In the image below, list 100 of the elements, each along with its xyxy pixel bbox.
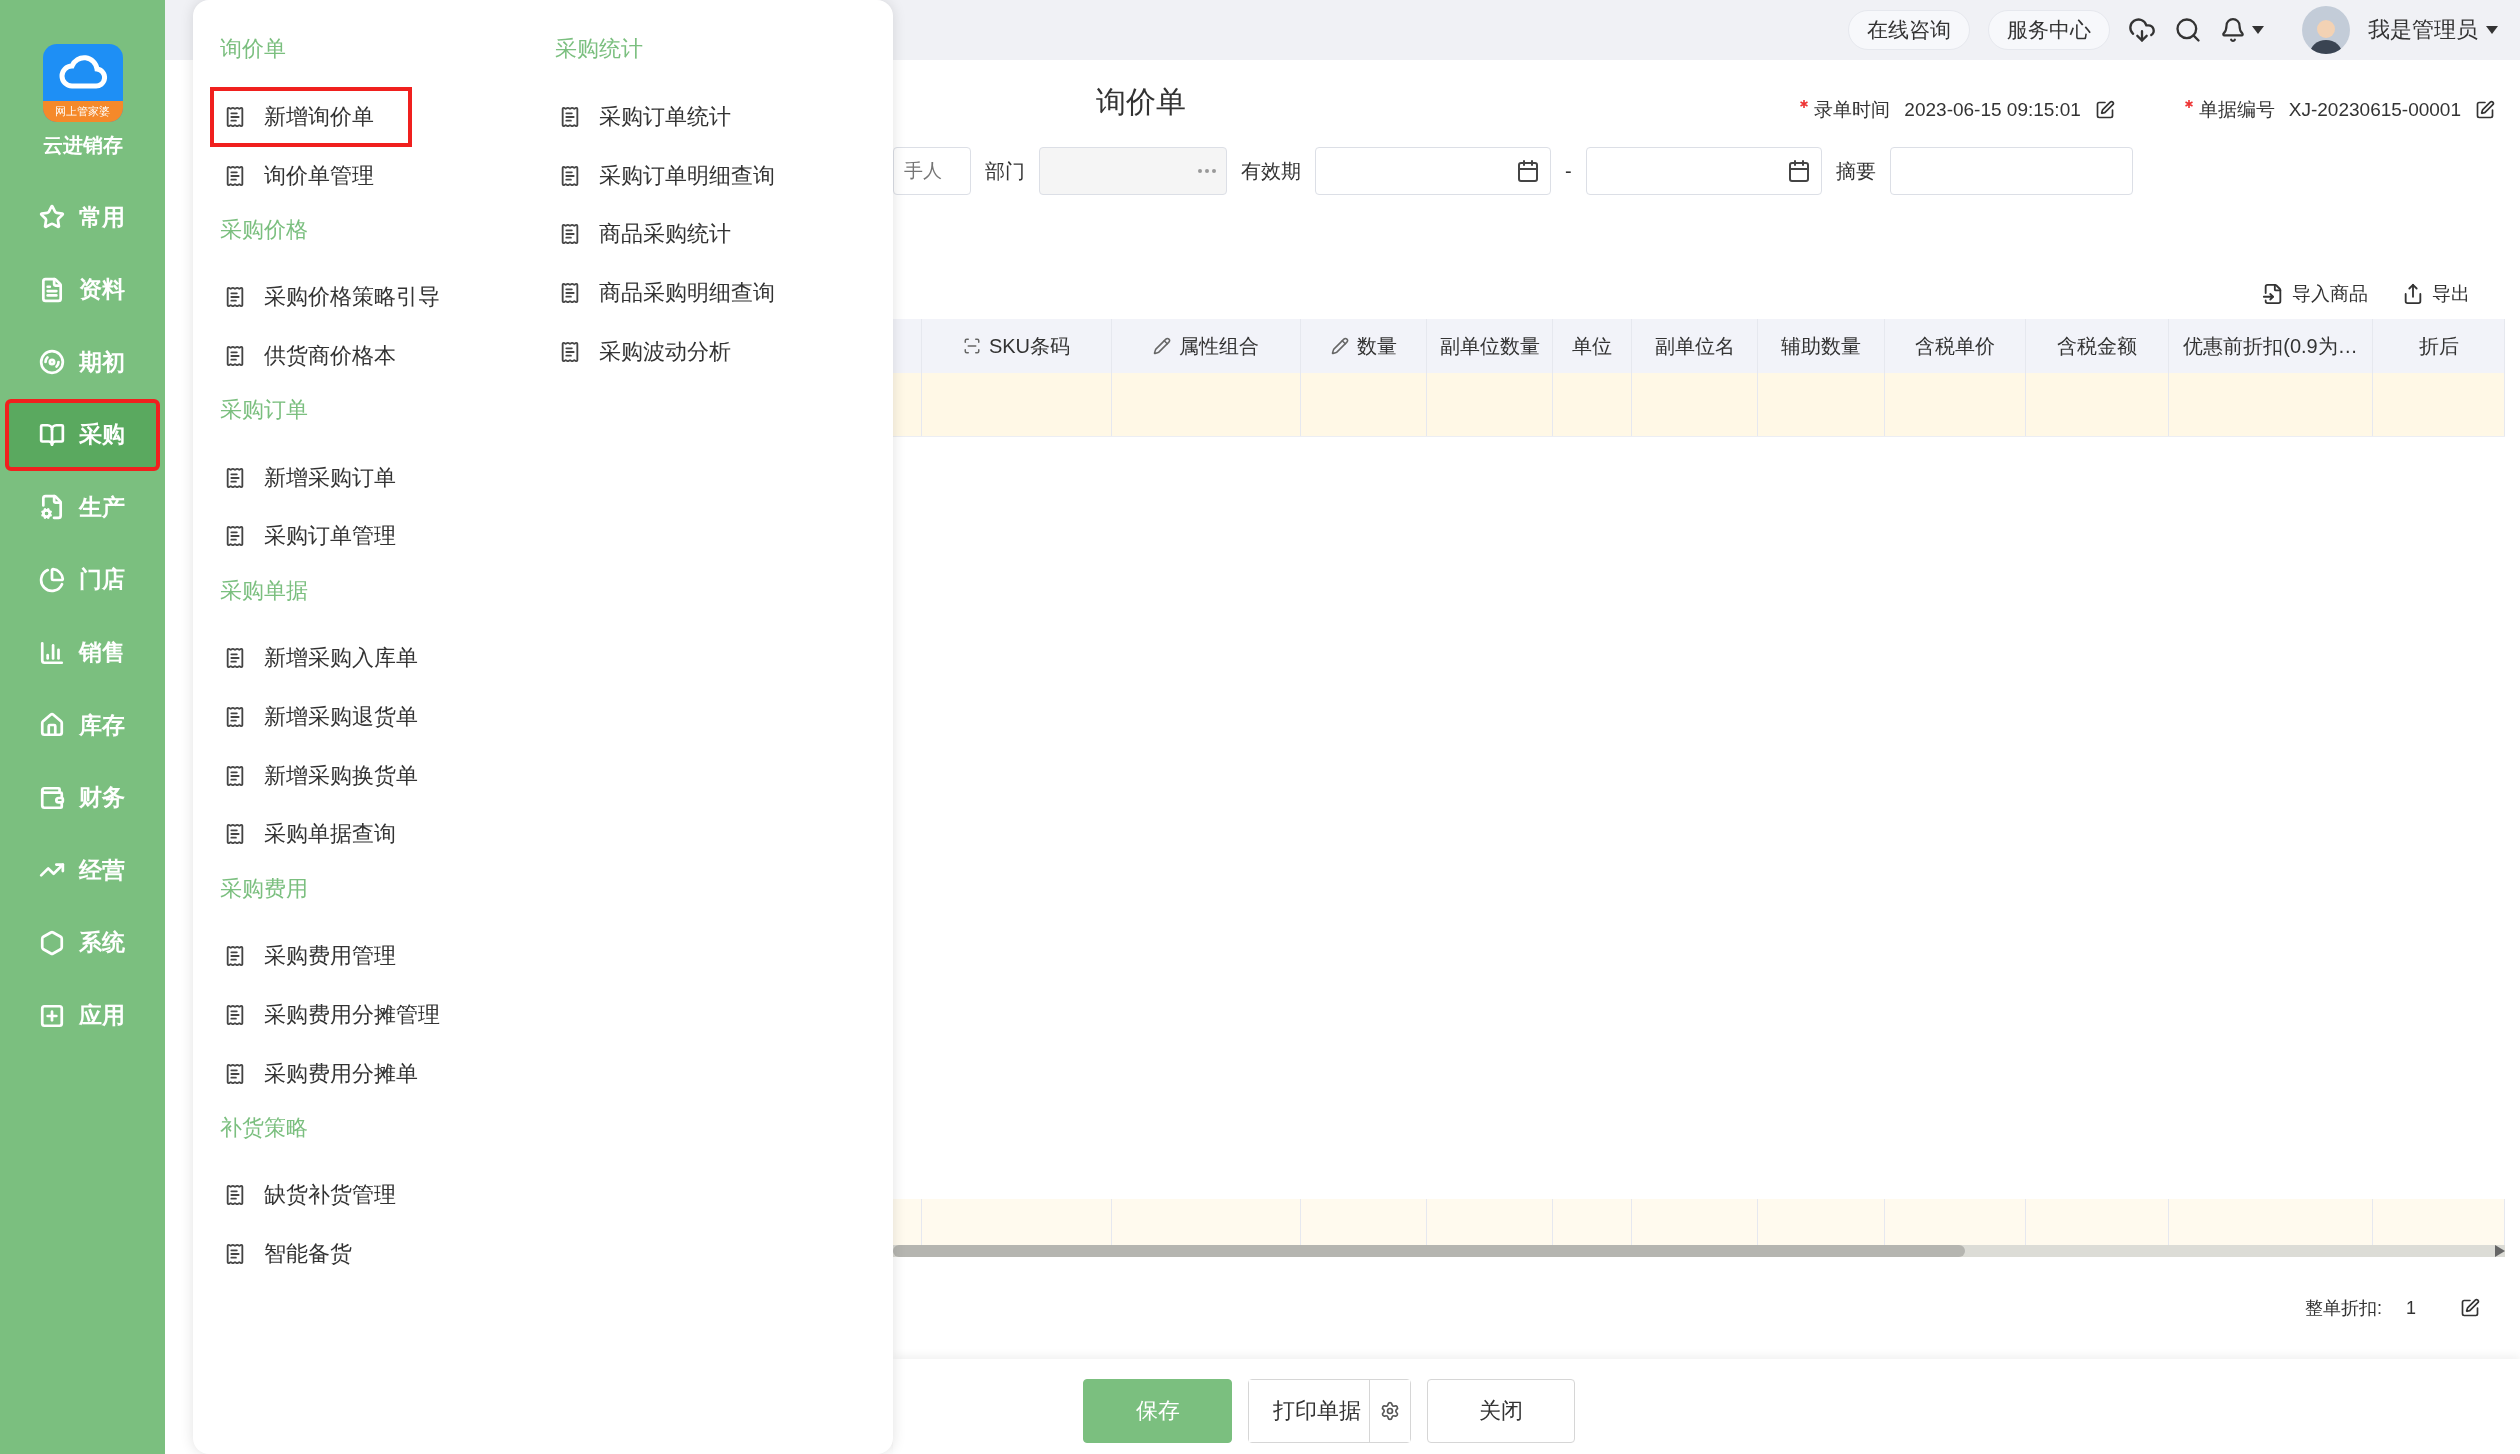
menu-section-title: 采购价格: [219, 215, 309, 244]
column-header: 单位: [1572, 333, 1612, 359]
app-name: 云进销存: [42, 133, 123, 158]
field-label: 摘要: [1835, 158, 1876, 184]
menu-item[interactable]: 新增采购换货单: [210, 745, 456, 806]
pencil-icon: [1153, 337, 1171, 355]
menu-item[interactable]: 采购费用管理: [210, 925, 434, 986]
document-icon: [39, 276, 65, 303]
date-field[interactable]: [1315, 147, 1551, 195]
text-field[interactable]: [1889, 147, 2133, 195]
close-button[interactable]: 关闭: [1427, 1379, 1575, 1443]
edit-icon[interactable]: [2460, 1298, 2480, 1318]
receipt-icon: [224, 164, 246, 187]
menu-item[interactable]: 新增询价单: [210, 86, 412, 147]
more-icon: [1198, 169, 1216, 173]
date-field[interactable]: [1585, 147, 1822, 195]
menu-item[interactable]: 智能备货: [210, 1223, 390, 1284]
receipt-icon: [224, 345, 246, 367]
toolbar-link[interactable]: 导出: [2402, 281, 2470, 307]
text-field[interactable]: 手人: [893, 147, 971, 195]
column-header: 优惠前折扣(0.9为…: [2183, 333, 2358, 359]
file-icon: [39, 494, 65, 521]
horizontal-scrollbar[interactable]: [893, 1245, 2505, 1257]
department-field[interactable]: [1039, 147, 1227, 195]
caret-icon: [2252, 26, 2264, 34]
menu-item[interactable]: 采购订单明细查询: [545, 145, 813, 206]
column-header: 折后: [2418, 333, 2459, 359]
receipt-icon: [224, 1184, 246, 1207]
meta-value: XJ-20230615-00001: [2288, 98, 2461, 121]
menu-item[interactable]: 采购波动分析: [545, 322, 769, 382]
bar-chart-icon: [39, 639, 65, 666]
header-link[interactable]: 服务中心: [1988, 10, 2110, 50]
receipt-icon: [224, 1242, 246, 1265]
menu-section-title: 询价单: [219, 35, 287, 64]
menu-item[interactable]: 商品采购统计: [545, 204, 769, 265]
meta-label: 录单时间: [1800, 96, 1891, 123]
receipt-icon: [559, 164, 581, 187]
avatar[interactable]: [2302, 6, 2350, 54]
field-label: 部门: [985, 158, 1025, 184]
column-header: 数量: [1330, 332, 1397, 360]
receipt-icon: [224, 1062, 246, 1085]
menu-section-title: 采购费用: [219, 874, 309, 903]
pie-chart-icon: [39, 566, 65, 593]
range-separator: -: [1565, 159, 1572, 183]
receipt-icon: [224, 286, 246, 309]
receipt-icon: [224, 1003, 246, 1026]
receipt-icon: [224, 823, 246, 846]
import-icon: [2262, 283, 2284, 305]
menu-item[interactable]: 新增采购订单: [210, 447, 434, 508]
disc-icon: [39, 349, 65, 376]
menu-section-title: 采购单据: [219, 576, 309, 605]
column-header: 含税单价: [1915, 333, 1995, 359]
receipt-icon: [224, 646, 246, 669]
bell-icon[interactable]: [2220, 17, 2246, 43]
receipt-icon: [224, 525, 246, 548]
column-header: 属性组合: [1153, 332, 1259, 360]
receipt-icon: [559, 223, 581, 246]
print-button[interactable]: 打印单据: [1249, 1380, 1370, 1442]
receipt-icon: [559, 282, 581, 305]
cloud-icon: [57, 52, 108, 92]
menu-item[interactable]: 采购费用分摊单: [210, 1043, 456, 1104]
export-icon: [2402, 283, 2424, 305]
menu-item[interactable]: 新增采购退货单: [210, 686, 456, 747]
required-icon: [2184, 99, 2193, 108]
header-link[interactable]: 在线咨询: [1848, 10, 1970, 50]
caret-icon: [2486, 26, 2498, 34]
menu-item[interactable]: 缺货补货管理: [210, 1165, 434, 1226]
column-header: 副单位名: [1654, 333, 1735, 359]
receipt-icon: [559, 105, 581, 128]
search-icon[interactable]: [2174, 16, 2202, 44]
scan-icon: [962, 337, 981, 355]
required-icon: [1800, 99, 1809, 108]
menu-item[interactable]: 采购费用分摊管理: [210, 984, 478, 1045]
menu-item[interactable]: 采购单据查询: [210, 804, 434, 865]
edit-icon[interactable]: [2094, 99, 2115, 120]
menu-item[interactable]: 商品采购明细查询: [545, 263, 813, 324]
menu-item[interactable]: 采购订单统计: [545, 86, 769, 147]
edit-icon[interactable]: [2475, 99, 2495, 120]
user-name[interactable]: 我是管理员: [2368, 15, 2498, 45]
cloud-download-icon[interactable]: [2128, 16, 2156, 44]
menu-section-title: 采购统计: [554, 35, 644, 64]
toolbar-link[interactable]: 导入商品: [2262, 281, 2368, 307]
hexagon-icon: [39, 929, 65, 956]
menu-item[interactable]: 询价单管理: [210, 145, 412, 206]
field-label: 有效期: [1241, 158, 1301, 184]
menu-section-title: 补货策略: [219, 1113, 309, 1142]
menu-item[interactable]: 采购价格策略引导: [210, 267, 478, 328]
wallet-icon: [39, 784, 65, 811]
menu-item[interactable]: 新增采购入库单: [210, 627, 456, 688]
receipt-icon: [224, 944, 246, 967]
meta-label: 单据编号: [2184, 96, 2275, 123]
arrow-icon[interactable]: [2495, 1245, 2505, 1257]
column-header: 辅助数量: [1781, 333, 1861, 359]
discount-value: 1: [2406, 1297, 2416, 1319]
discount-label: 整单折扣:: [2304, 1297, 2382, 1320]
menu-item[interactable]: 采购订单管理: [210, 506, 434, 567]
house-icon: [39, 712, 65, 739]
receipt-icon: [224, 705, 246, 728]
menu-item[interactable]: 供货商价格本: [210, 326, 434, 386]
pencil-icon: [1330, 337, 1349, 355]
